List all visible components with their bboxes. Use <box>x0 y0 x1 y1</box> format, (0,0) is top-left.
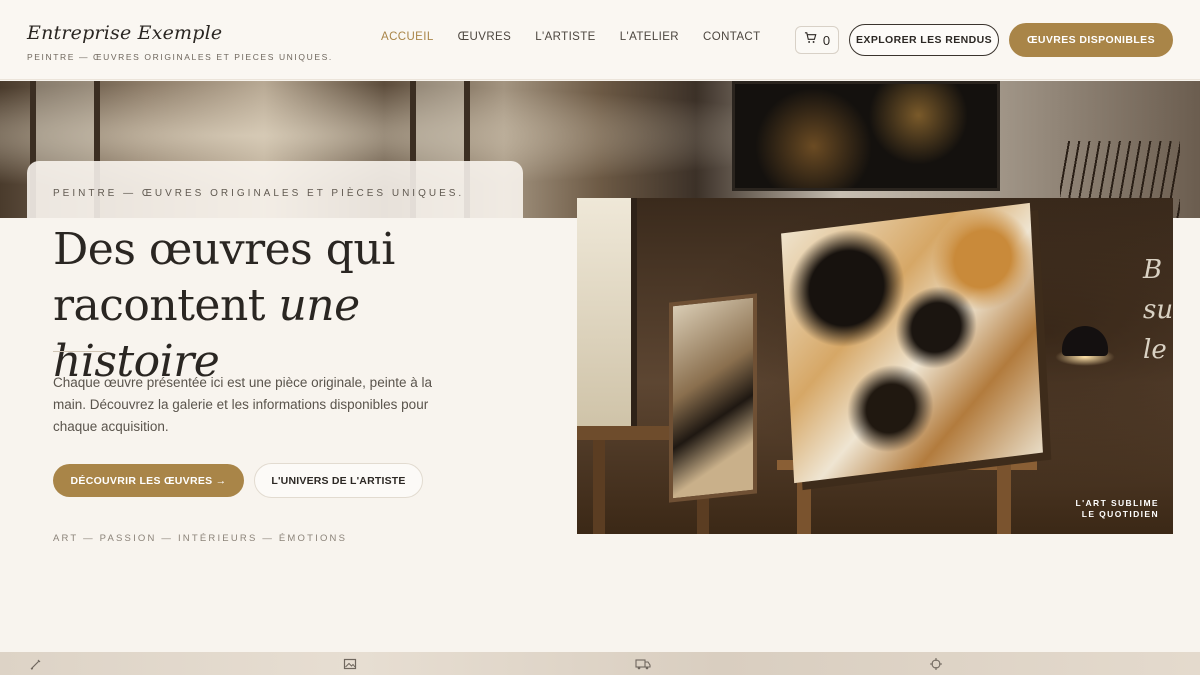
nav-item-accueil[interactable]: ACCUEIL <box>381 31 434 43</box>
image-caption-line2: LE QUOTIDIEN <box>1081 509 1159 519</box>
pendant-lamp <box>1062 326 1108 356</box>
cart-count: 0 <box>822 32 831 48</box>
hero-atelier-image: Bsu le L'ART SUBLIME LE QUOTIDIEN <box>577 198 1173 534</box>
leaning-canvas <box>669 293 757 503</box>
hero-tags: ART — PASSION — INTÉRIEURS — ÉMOTIONS <box>53 533 348 544</box>
image-caption: L'ART SUBLIME LE QUOTIDIEN <box>1076 498 1160 520</box>
available-works-button[interactable]: ŒUVRES DISPONIBLES <box>1009 23 1173 57</box>
feature-icon-strip <box>0 652 1200 675</box>
nav-item-oeuvres[interactable]: ŒUVRES <box>458 31 512 43</box>
studio-window <box>577 198 637 428</box>
wall-painting <box>732 81 1000 191</box>
artist-universe-button[interactable]: L'UNIVERS DE L'ARTISTE <box>254 463 423 498</box>
hero-lead: Chaque œuvre présentée ici est une pièce… <box>53 375 432 434</box>
wall-script-decoration: Bsu le <box>1143 255 1173 365</box>
brand[interactable]: Entreprise Exemple PEINTRE — ŒUVRES ORIG… <box>27 22 333 62</box>
site-header: Entreprise Exemple PEINTRE — ŒUVRES ORIG… <box>0 0 1200 80</box>
crosshair-icon <box>928 656 944 672</box>
cart-icon <box>804 31 817 49</box>
discover-works-button[interactable]: DÉCOUVRIR LES ŒUVRES → <box>53 464 244 497</box>
nav-item-artiste[interactable]: L'ARTISTE <box>535 31 596 43</box>
image-icon <box>342 656 358 672</box>
main-canvas <box>781 202 1043 484</box>
nav-item-contact[interactable]: CONTACT <box>703 31 761 43</box>
explore-renders-button[interactable]: EXPLORER LES RENDUS <box>849 24 999 56</box>
image-caption-line1: L'ART SUBLIME <box>1075 498 1159 508</box>
hero-title: Des œuvres qui racontent une histoire <box>53 222 523 390</box>
truck-icon <box>635 656 651 672</box>
brand-name[interactable]: Entreprise Exemple <box>27 22 333 44</box>
brand-tagline: PEINTRE — ŒUVRES ORIGINALES ET PIECES UN… <box>27 52 333 62</box>
main-nav: ACCUEIL ŒUVRES L'ARTISTE L'ATELIER CONTA… <box>381 31 785 43</box>
hero-title-line2: racontent <box>53 280 279 331</box>
brush-icon <box>28 656 44 672</box>
hero-kicker: PEINTRE — ŒUVRES ORIGINALES ET PIÈCES UN… <box>53 188 465 199</box>
cart-button[interactable]: 0 <box>795 26 839 54</box>
hero-divider <box>53 351 106 352</box>
hero-title-line1: Des œuvres qui <box>53 224 395 275</box>
nav-item-atelier[interactable]: L'ATELIER <box>620 31 679 43</box>
